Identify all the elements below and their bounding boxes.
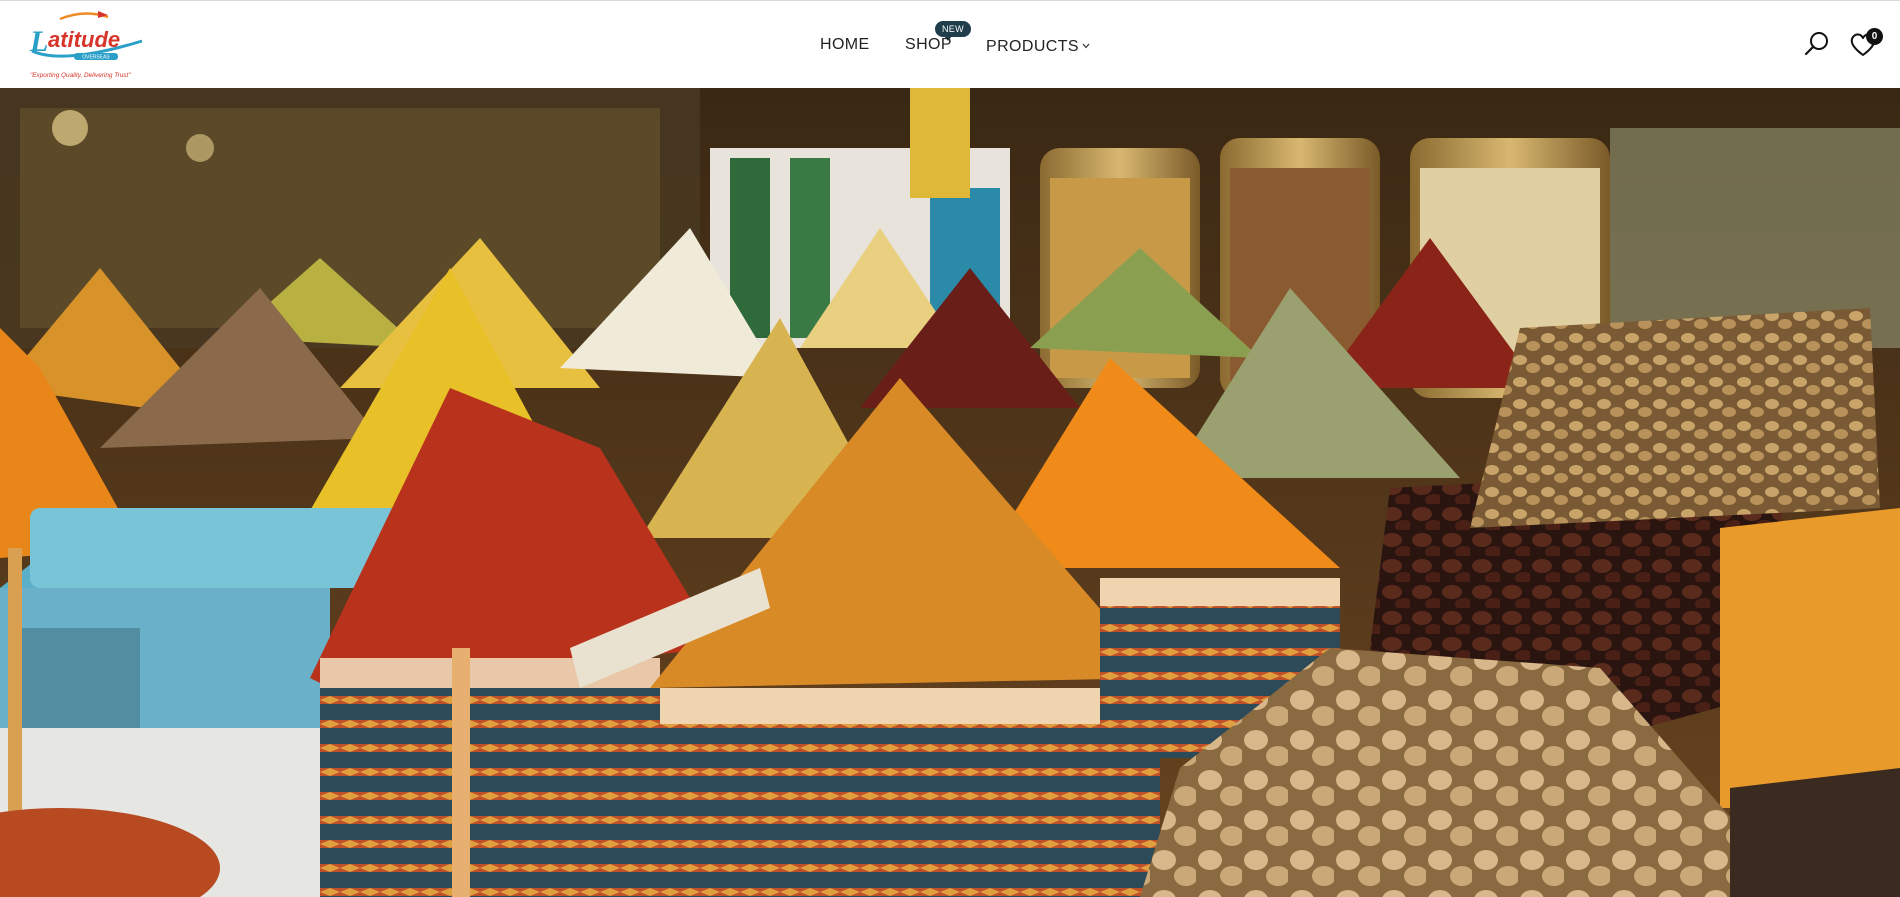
main-nav: HOME NEW SHOP PRODUCTS	[0, 1, 1900, 87]
search-icon	[1804, 32, 1828, 56]
hero-image-spice-market	[0, 88, 1900, 897]
nav-products[interactable]: PRODUCTS	[986, 36, 1090, 56]
nav-products-label: PRODUCTS	[986, 38, 1079, 55]
search-button[interactable]	[1802, 29, 1832, 59]
site-header: L atitude OVERSEAS "Exporting Quality, D…	[0, 1, 1900, 87]
nav-shop[interactable]: SHOP	[905, 36, 952, 54]
chevron-down-icon	[1082, 36, 1090, 54]
wishlist-count-badge: 0	[1866, 28, 1883, 45]
hero-banner	[0, 88, 1900, 897]
new-badge: NEW	[935, 21, 971, 41]
nav-home[interactable]: HOME	[820, 36, 870, 54]
